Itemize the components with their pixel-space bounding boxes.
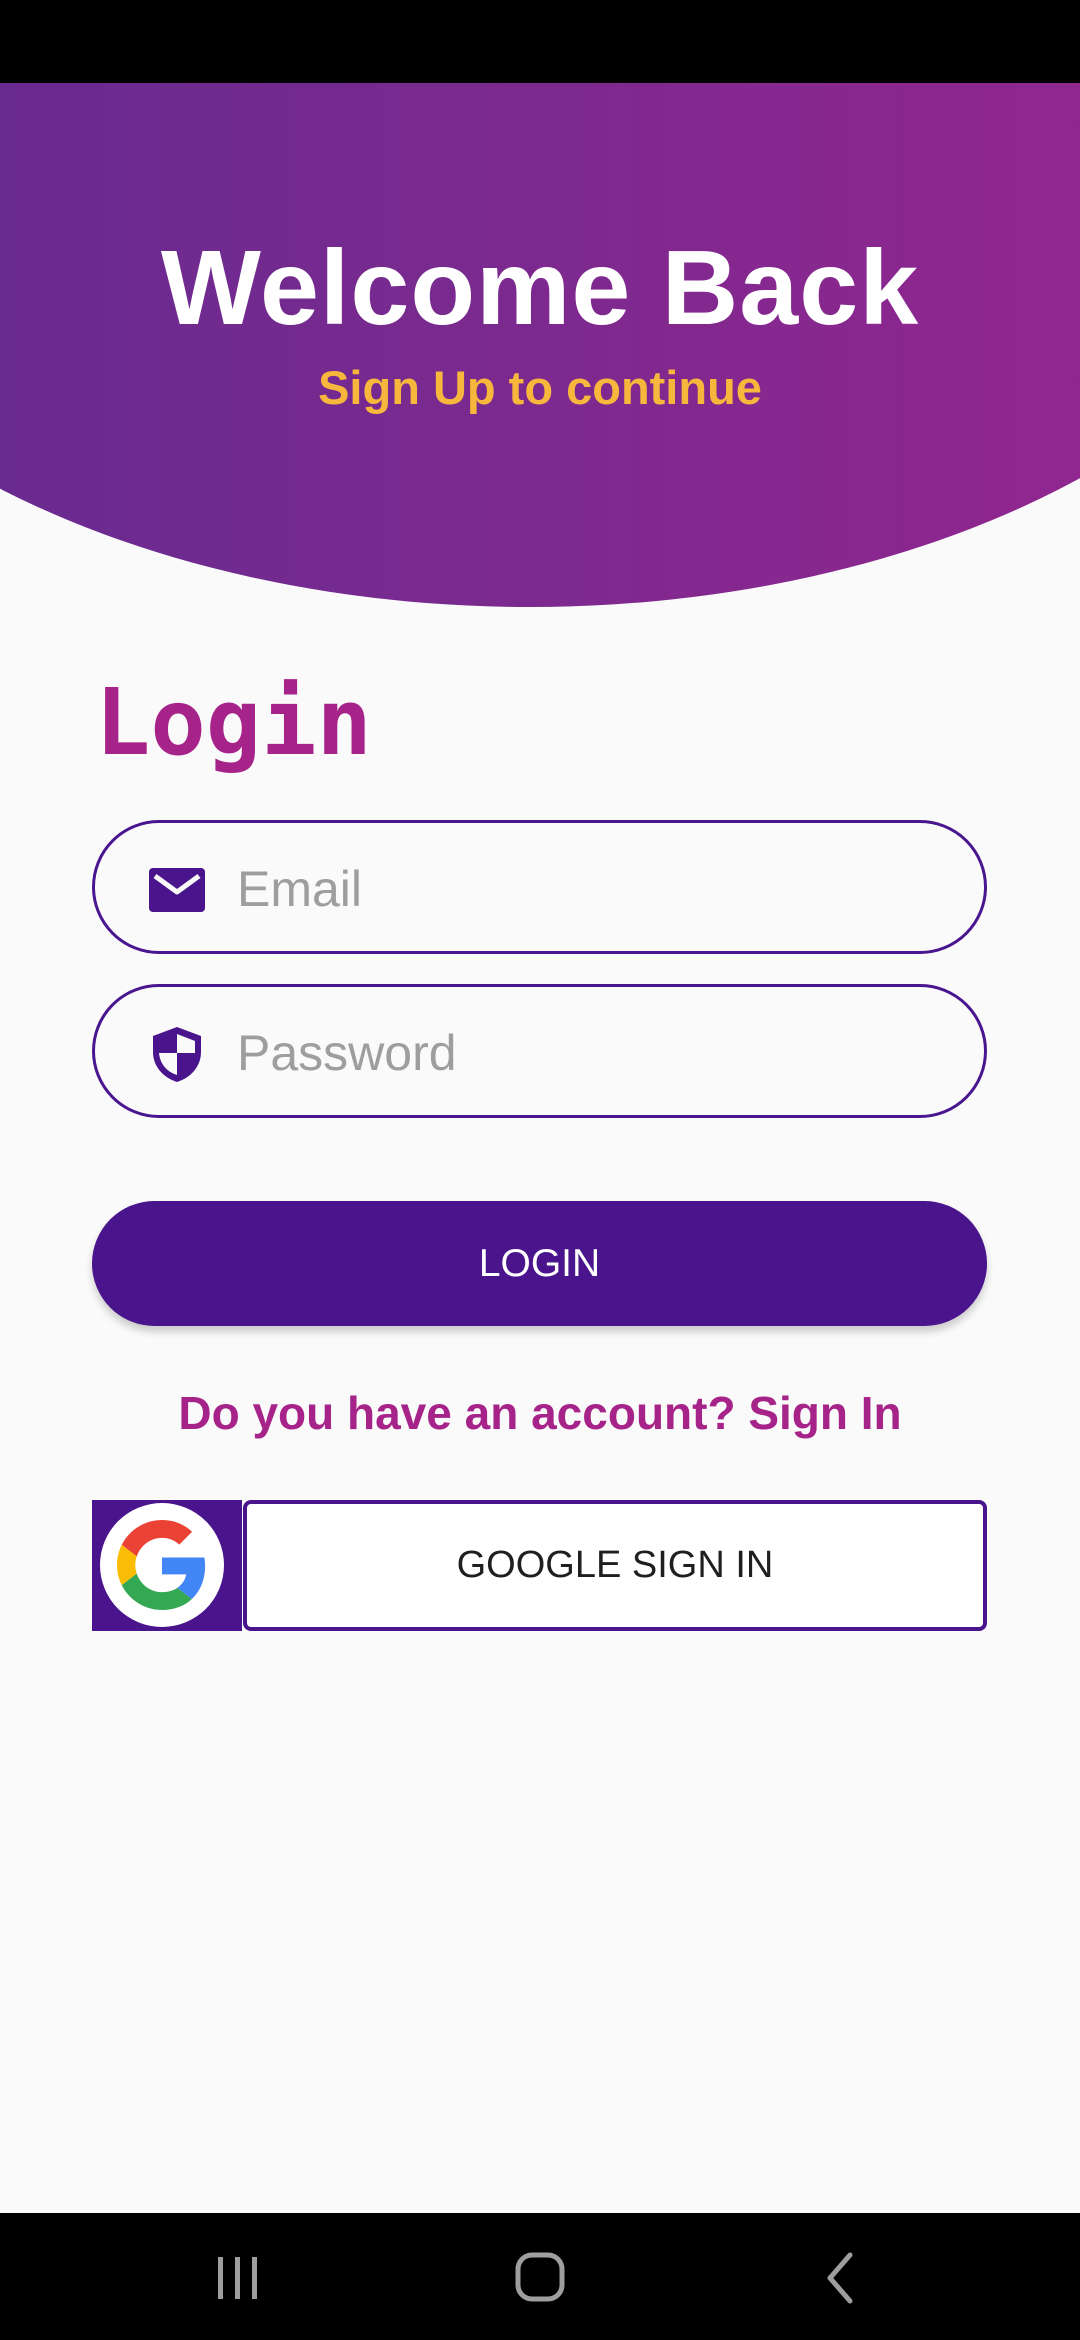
password-field[interactable] — [92, 984, 987, 1118]
shield-icon — [147, 1024, 207, 1084]
login-screen: Welcome Back Sign Up to continue Login L… — [0, 0, 1080, 2340]
navigation-bar — [0, 2213, 1080, 2340]
password-input[interactable] — [235, 1007, 939, 1099]
welcome-title: Welcome Back — [160, 229, 920, 347]
status-bar — [0, 0, 1080, 83]
login-button[interactable]: LOGIN — [92, 1201, 987, 1326]
welcome-subtitle: Sign Up to continue — [318, 361, 762, 414]
home-icon[interactable] — [500, 2243, 580, 2313]
google-logo-icon — [117, 1520, 206, 1610]
google-sign-in-button[interactable]: GOOGLE SIGN IN — [243, 1500, 987, 1631]
header-banner — [0, 83, 1080, 623]
mail-icon — [147, 860, 207, 920]
recent-apps-icon[interactable] — [198, 2243, 278, 2313]
google-logo-box[interactable] — [92, 1500, 242, 1631]
sign-in-link[interactable]: Do you have an account? Sign In — [0, 1383, 1080, 1443]
login-heading: Login — [95, 669, 372, 776]
email-input[interactable] — [235, 843, 939, 935]
back-icon[interactable] — [802, 2243, 882, 2313]
email-field[interactable] — [92, 820, 987, 954]
google-logo-circle — [100, 1503, 224, 1627]
